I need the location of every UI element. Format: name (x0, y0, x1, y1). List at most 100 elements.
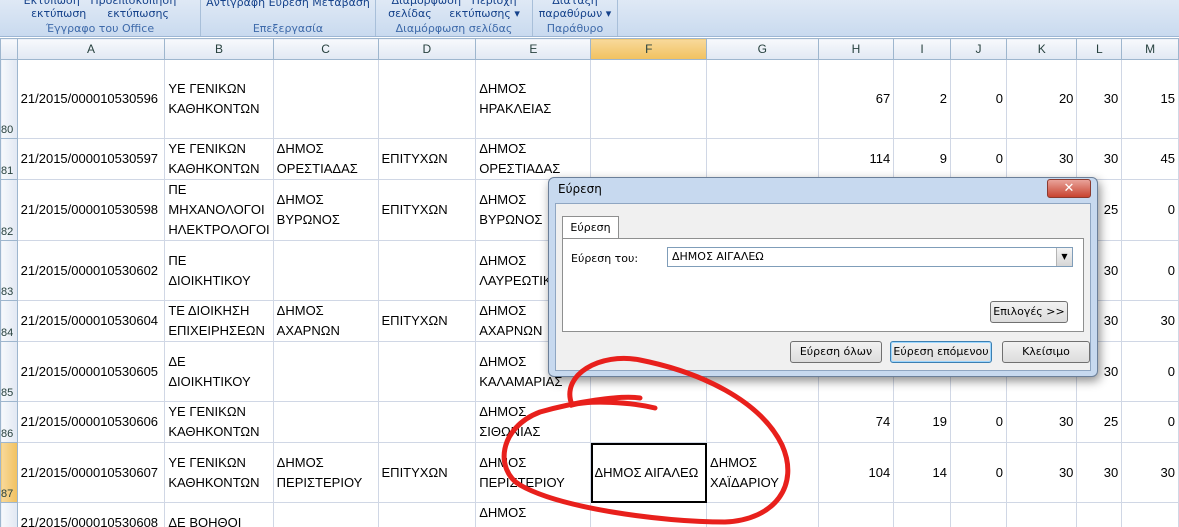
cell-l[interactable]: 30 (1076, 442, 1123, 503)
cell-i[interactable]: 9 (893, 138, 951, 180)
cell-c[interactable]: ΔΗΜΟΣ ΒΥΡΩΝΟΣ (272, 179, 379, 241)
ribbon-editing-buttons[interactable]: Αντιγραφή Εύρεση Μετάβαση (201, 0, 375, 9)
ribbon-arrange-windows-button[interactable]: Διάταξη παραθύρων ▾ (533, 0, 617, 20)
cell-b[interactable]: ΠΕ ΜΗΧΑΝΟΛΟΓΟΙ ΗΛΕΚΤΡΟΛΟΓΟΙ (164, 179, 274, 241)
cell-b[interactable]: ΔΕ ΔΙΟΙΚΗΤΙΚΟΥ (164, 341, 274, 402)
row-header[interactable]: 85 (0, 341, 18, 402)
cell-c[interactable] (272, 341, 379, 402)
cell-i[interactable]: 19 (893, 401, 951, 443)
cell-c[interactable]: ΔΗΜΟΣ ΑΧΑΡΝΩΝ (272, 300, 379, 342)
column-header[interactable]: D (377, 38, 477, 60)
cell-k[interactable] (1005, 502, 1078, 527)
ribbon-page-layout-buttons[interactable]: Διαμόρφωση Περιοχή σελίδας εκτύπωσης ▾ (376, 0, 532, 20)
row-header[interactable]: 81 (0, 138, 18, 180)
cell-m[interactable]: 0 (1121, 341, 1179, 402)
cell-k[interactable]: 30 (1005, 442, 1078, 503)
cell-l[interactable]: 30 (1076, 59, 1123, 139)
column-header[interactable]: E (475, 38, 592, 60)
cell-l[interactable] (1076, 502, 1123, 527)
cell-j[interactable]: 0 (949, 59, 1008, 139)
cell-j[interactable]: 0 (949, 138, 1008, 180)
cell-m[interactable]: 0 (1121, 240, 1179, 301)
options-button[interactable]: Επιλογές >> (990, 301, 1068, 323)
cell-e[interactable]: ΔΗΜΟΣ ΚΑΛΑΜΑΡΙΑΣ (475, 502, 592, 527)
ribbon-print-buttons[interactable]: Εκτύπωση Προεπισκόπηση εκτύπωση εκτύπωση… (0, 0, 200, 20)
dropdown-arrow-icon[interactable]: ▼ (1056, 248, 1072, 266)
cell-g[interactable] (706, 138, 819, 180)
cell-i[interactable]: 14 (893, 442, 951, 503)
cell-a[interactable]: 21/2015/000010530608 (16, 502, 166, 527)
select-all-corner[interactable] (0, 38, 18, 60)
cell-c[interactable]: ΔΗΜΟΣ ΠΕΡΙΣΤΕΡΙΟΥ (272, 442, 379, 503)
active-cell[interactable]: ΔΗΜΟΣ ΑΙΓΑΛΕΩ (590, 442, 708, 503)
cell-k[interactable]: 30 (1005, 401, 1078, 443)
column-header[interactable]: B (164, 38, 274, 60)
cell-a[interactable]: 21/2015/000010530605 (16, 341, 166, 402)
cell-h[interactable]: 67 (817, 59, 895, 139)
find-next-button[interactable]: Εύρεση επόμενου (890, 341, 992, 363)
cell-m[interactable]: 15 (1121, 59, 1179, 139)
cell-a[interactable]: 21/2015/000010530598 (16, 179, 166, 241)
column-header[interactable]: J (949, 38, 1008, 60)
cell-g[interactable] (706, 502, 819, 527)
cell-c[interactable]: ΔΗΜΟΣ ΟΡΕΣΤΙΑΔΑΣ (272, 138, 379, 180)
column-header[interactable]: M (1121, 38, 1179, 60)
column-header[interactable]: A (16, 38, 166, 60)
cell-g[interactable] (706, 59, 819, 139)
cell-h[interactable]: 74 (817, 401, 895, 443)
find-dialog[interactable]: Εύρεση ✕ Εύρεση Εύρεση του: ΔΗΜΟΣ ΑΙΓΑΛΕ… (548, 177, 1098, 377)
cell-c[interactable] (272, 240, 379, 301)
cell-l[interactable]: 30 (1076, 138, 1123, 180)
cell-m[interactable]: 30 (1121, 300, 1179, 342)
cell-a[interactable]: 21/2015/000010530607 (16, 442, 166, 503)
column-header[interactable]: H (817, 38, 895, 60)
cell-k[interactable]: 20 (1005, 59, 1078, 139)
close-button[interactable]: Κλείσιμο (1002, 341, 1090, 363)
cell-d[interactable] (377, 240, 477, 301)
cell-m[interactable]: 0 (1121, 401, 1179, 443)
cell-l[interactable]: 25 (1076, 401, 1123, 443)
cell-c[interactable] (272, 59, 379, 139)
cell-a[interactable]: 21/2015/000010530596 (16, 59, 166, 139)
cell-b[interactable]: ΥΕ ΓΕΝΙΚΩΝ ΚΑΘΗΚΟΝΤΩΝ (164, 401, 274, 443)
row-header[interactable]: 88 (0, 502, 18, 527)
cell-a[interactable]: 21/2015/000010530606 (16, 401, 166, 443)
find-all-button[interactable]: Εύρεση όλων (790, 341, 882, 363)
cell-d[interactable] (377, 401, 477, 443)
cell-f[interactable] (590, 502, 708, 527)
cell-c[interactable] (272, 502, 379, 527)
cell-k[interactable]: 30 (1005, 138, 1078, 180)
row-header[interactable]: 86 (0, 401, 18, 443)
cell-f[interactable] (590, 138, 708, 180)
cell-b[interactable]: ΥΕ ΓΕΝΙΚΩΝ ΚΑΘΗΚΟΝΤΩΝ (164, 59, 274, 139)
cell-g[interactable] (706, 401, 819, 443)
cell-d[interactable]: ΕΠΙΤΥΧΩΝ (377, 442, 477, 503)
cell-d[interactable] (377, 59, 477, 139)
cell-b[interactable]: ΥΕ ΓΕΝΙΚΩΝ ΚΑΘΗΚΟΝΤΩΝ (164, 138, 274, 180)
cell-b[interactable]: ΤΕ ΔΙΟΙΚΗΣΗ ΕΠΙΧΕΙΡΗΣΕΩΝ (164, 300, 274, 342)
cell-f[interactable] (590, 401, 708, 443)
row-header[interactable]: 80 (0, 59, 18, 139)
cell-a[interactable]: 21/2015/000010530602 (16, 240, 166, 301)
cell-a[interactable]: 21/2015/000010530597 (16, 138, 166, 180)
column-header[interactable]: L (1076, 38, 1123, 60)
cell-m[interactable] (1121, 502, 1179, 527)
cell-d[interactable]: ΕΠΙΤΥΧΩΝ (377, 138, 477, 180)
cell-e[interactable]: ΔΗΜΟΣ ΗΡΑΚΛΕΙΑΣ (475, 59, 592, 139)
row-header[interactable]: 84 (0, 300, 18, 342)
cell-m[interactable]: 45 (1121, 138, 1179, 180)
row-header[interactable]: 87 (0, 442, 18, 503)
cell-g[interactable]: ΔΗΜΟΣ ΧΑΪΔΑΡΙΟΥ (706, 442, 819, 503)
cell-d[interactable]: ΕΠΙΤΥΧΩΝ (377, 179, 477, 241)
cell-d[interactable] (377, 502, 477, 527)
cell-b[interactable]: ΥΕ ΓΕΝΙΚΩΝ ΚΑΘΗΚΟΝΤΩΝ (164, 442, 274, 503)
find-what-value[interactable]: ΔΗΜΟΣ ΑΙΓΑΛΕΩ (672, 250, 764, 263)
cell-c[interactable] (272, 401, 379, 443)
cell-j[interactable] (949, 502, 1008, 527)
cell-j[interactable]: 0 (949, 401, 1008, 443)
cell-a[interactable]: 21/2015/000010530604 (16, 300, 166, 342)
cell-e[interactable]: ΔΗΜΟΣ ΣΙΘΩΝΙΑΣ (475, 401, 592, 443)
cell-i[interactable] (893, 502, 951, 527)
cell-h[interactable]: 114 (817, 138, 895, 180)
column-header[interactable]: I (893, 38, 951, 60)
